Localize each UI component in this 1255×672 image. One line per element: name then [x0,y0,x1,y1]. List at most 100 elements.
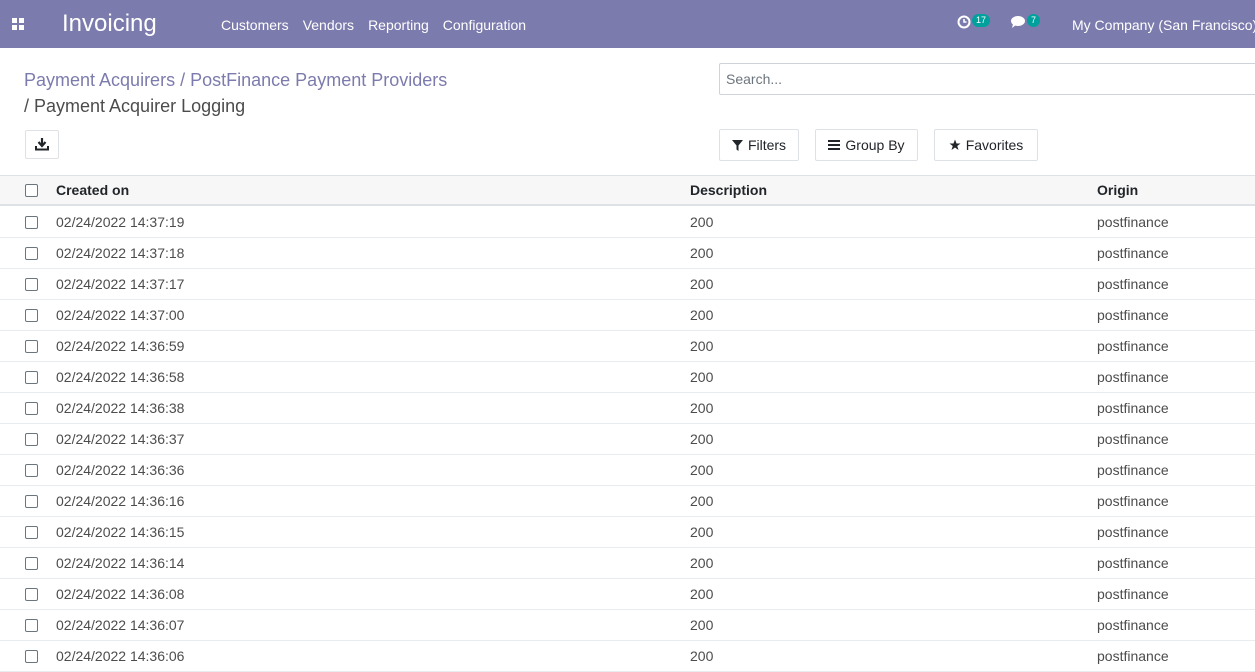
cell-description: 200 [690,493,714,509]
row-checkbox[interactable] [25,278,38,291]
cell-description: 200 [690,338,714,354]
cell-created-on: 02/24/2022 14:36:07 [56,617,185,633]
cell-origin: postfinance [1097,493,1169,509]
filter-funnel-icon [731,139,743,151]
row-checkbox[interactable] [25,402,38,415]
cell-created-on: 02/24/2022 14:36:14 [56,555,185,571]
row-checkbox[interactable] [25,216,38,229]
group-by-label: Group By [845,137,905,153]
favorites-label: Favorites [965,137,1024,153]
company-switcher[interactable]: My Company (San Francisco) [1072,17,1255,33]
row-checkbox[interactable] [25,464,38,477]
menu-item-configuration[interactable]: Configuration [443,17,526,33]
cell-description: 200 [690,586,714,602]
star-icon [949,139,961,150]
cell-origin: postfinance [1097,245,1169,261]
table-row[interactable]: 02/24/2022 14:37:18 200 postfinance [0,238,1255,269]
cell-description: 200 [690,276,714,292]
cell-description: 200 [690,400,714,416]
cell-origin: postfinance [1097,431,1169,447]
row-checkbox[interactable] [25,371,38,384]
table-row[interactable]: 02/24/2022 14:37:17 200 postfinance [0,269,1255,300]
cell-description: 200 [690,555,714,571]
cell-created-on: 02/24/2022 14:36:59 [56,338,185,354]
breadcrumb-postfinance-providers[interactable]: PostFinance Payment Providers [190,70,447,90]
menu-item-customers[interactable]: Customers [221,17,289,33]
cell-origin: postfinance [1097,586,1169,602]
cell-created-on: 02/24/2022 14:36:58 [56,369,185,385]
table-row[interactable]: 02/24/2022 14:37:19 200 postfinance [0,207,1255,238]
breadcrumb-payment-acquirers[interactable]: Payment Acquirers [24,70,175,90]
table-row[interactable]: 02/24/2022 14:36:06 200 postfinance [0,641,1255,672]
cell-created-on: 02/24/2022 14:37:19 [56,214,185,230]
table-row[interactable]: 02/24/2022 14:36:37 200 postfinance [0,424,1255,455]
activity-count-badge: 17 [972,14,991,27]
table-row[interactable]: 02/24/2022 14:36:07 200 postfinance [0,610,1255,641]
table-row[interactable]: 02/24/2022 14:36:59 200 postfinance [0,331,1255,362]
select-all-checkbox[interactable] [25,184,38,197]
row-checkbox[interactable] [25,619,38,632]
export-button[interactable] [25,130,59,159]
menu-item-vendors[interactable]: Vendors [303,17,354,33]
table-row[interactable]: 02/24/2022 14:36:38 200 postfinance [0,393,1255,424]
cell-created-on: 02/24/2022 14:36:08 [56,586,185,602]
row-checkbox[interactable] [25,588,38,601]
group-by-bars-icon [828,140,841,150]
cell-origin: postfinance [1097,400,1169,416]
row-checkbox[interactable] [25,650,38,663]
breadcrumb-current: / Payment Acquirer Logging [24,96,246,116]
table-row[interactable]: 02/24/2022 14:37:00 200 postfinance [0,300,1255,331]
cell-description: 200 [690,307,714,323]
cell-origin: postfinance [1097,648,1169,664]
row-checkbox[interactable] [25,557,38,570]
table-row[interactable]: 02/24/2022 14:36:16 200 postfinance [0,486,1255,517]
search-box [719,63,1255,95]
activity-clock-icon[interactable] [957,15,971,29]
cell-created-on: 02/24/2022 14:36:15 [56,524,185,540]
filters-button[interactable]: Filters [719,129,799,161]
cell-origin: postfinance [1097,307,1169,323]
table-row[interactable]: 02/24/2022 14:36:08 200 postfinance [0,579,1255,610]
row-checkbox[interactable] [25,340,38,353]
cell-origin: postfinance [1097,214,1169,230]
cell-created-on: 02/24/2022 14:36:38 [56,400,185,416]
group-by-button[interactable]: Group By [815,129,918,161]
row-checkbox[interactable] [25,433,38,446]
table-row[interactable]: 02/24/2022 14:36:36 200 postfinance [0,455,1255,486]
cell-created-on: 02/24/2022 14:36:37 [56,431,185,447]
cell-description: 200 [690,648,714,664]
cell-description: 200 [690,462,714,478]
cell-description: 200 [690,431,714,447]
apps-menu-icon[interactable] [12,18,24,30]
messages-chat-icon[interactable] [1010,15,1026,29]
cell-origin: postfinance [1097,369,1169,385]
search-input[interactable] [720,64,1255,94]
row-checkbox[interactable] [25,309,38,322]
row-checkbox[interactable] [25,526,38,539]
messages-count-badge: 7 [1027,14,1041,27]
table-row[interactable]: 02/24/2022 14:36:14 200 postfinance [0,548,1255,579]
cell-description: 200 [690,524,714,540]
breadcrumb-separator: / [180,70,186,90]
column-header-description[interactable]: Description [690,182,767,198]
cell-origin: postfinance [1097,524,1169,540]
cell-origin: postfinance [1097,617,1169,633]
row-checkbox[interactable] [25,495,38,508]
table-header: Created on Description Origin [0,175,1255,206]
table-row[interactable]: 02/24/2022 14:36:58 200 postfinance [0,362,1255,393]
app-name[interactable]: Invoicing [62,10,157,38]
cell-created-on: 02/24/2022 14:37:18 [56,245,185,261]
cell-created-on: 02/24/2022 14:37:17 [56,276,185,292]
top-navbar: Invoicing Customers Vendors Reporting Confi… [0,0,1255,48]
table-row[interactable]: 02/24/2022 14:36:15 200 postfinance [0,517,1255,548]
cell-origin: postfinance [1097,338,1169,354]
column-header-origin[interactable]: Origin [1097,182,1138,198]
favorites-button[interactable]: Favorites [934,129,1038,161]
cell-created-on: 02/24/2022 14:36:06 [56,648,185,664]
menu-item-reporting[interactable]: Reporting [368,17,429,33]
row-checkbox[interactable] [25,247,38,260]
cell-created-on: 02/24/2022 14:37:00 [56,307,185,323]
download-icon [35,138,49,151]
column-header-created-on[interactable]: Created on [56,182,129,198]
cell-created-on: 02/24/2022 14:36:16 [56,493,185,509]
